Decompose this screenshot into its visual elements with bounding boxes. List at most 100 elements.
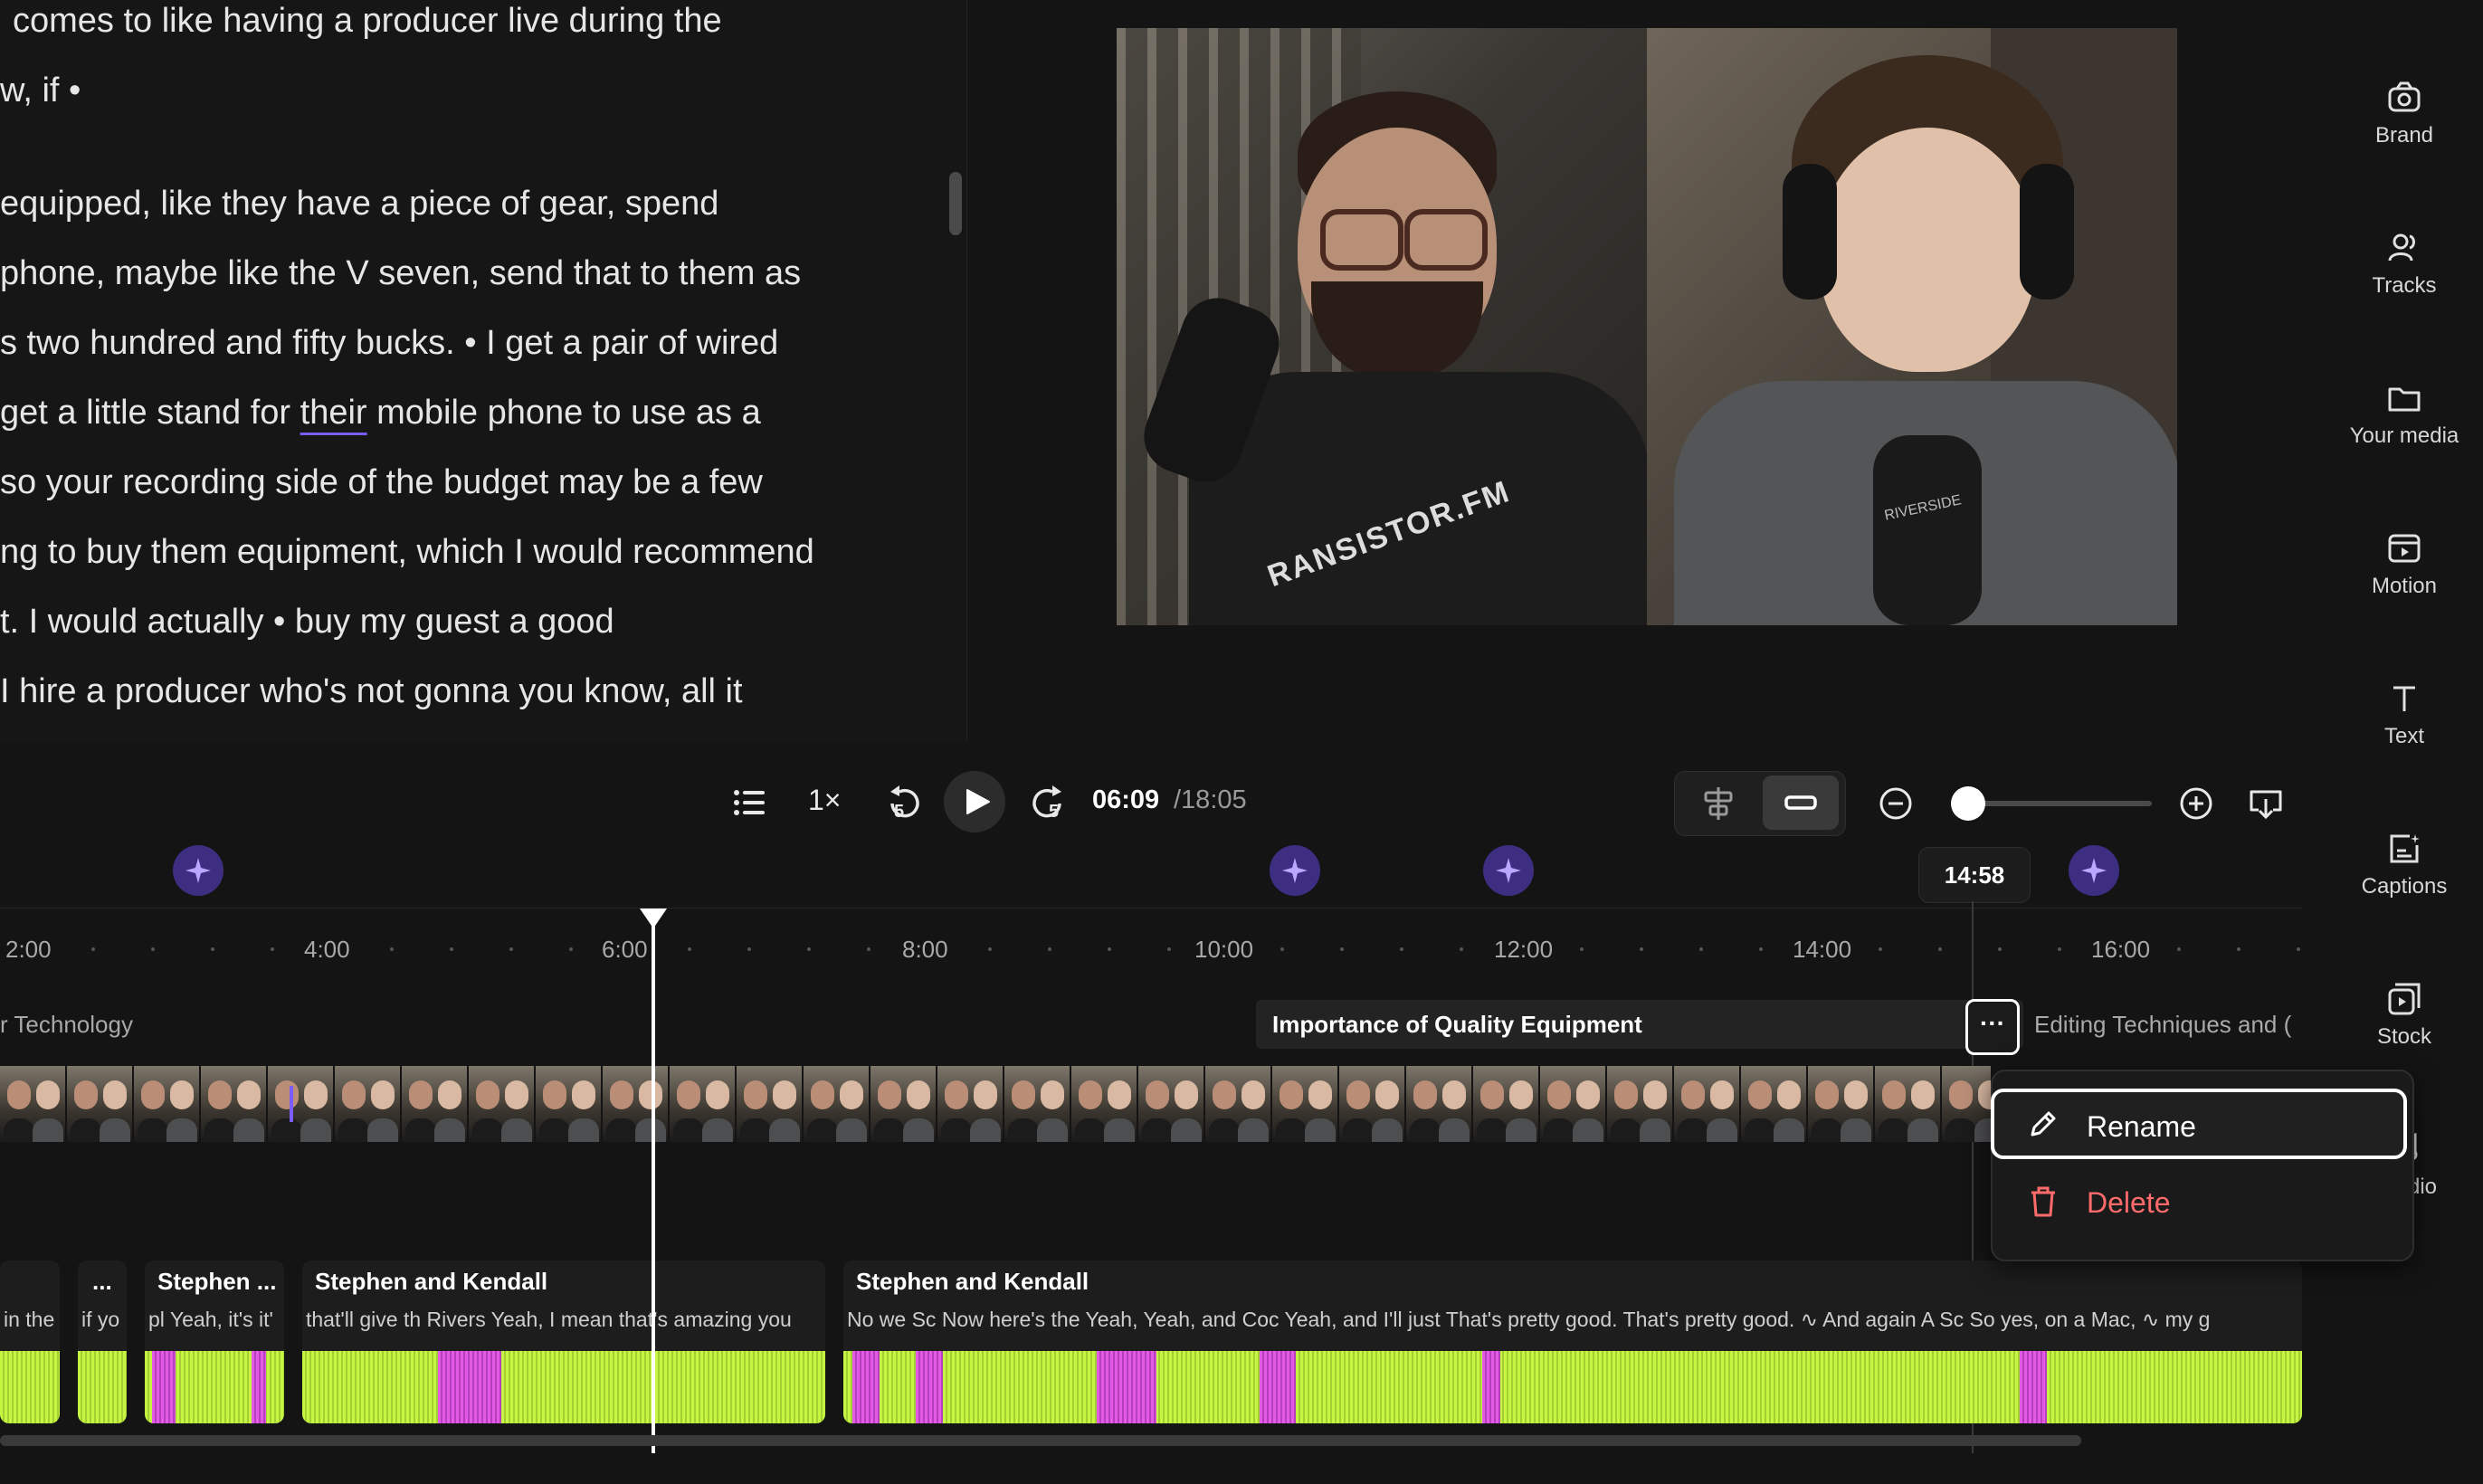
align-tracks-icon[interactable] <box>1700 785 1736 822</box>
ruler-minor-tick <box>2237 947 2240 951</box>
thumbnail-face <box>1547 1080 1571 1109</box>
thumbnail-body <box>874 1118 905 1142</box>
transcript-scrollbar[interactable] <box>949 172 962 235</box>
speaker-video-right: RIVERSIDE <box>1647 28 2177 625</box>
thumbnail-body <box>1372 1118 1403 1142</box>
playhead-handle[interactable] <box>640 908 667 928</box>
thumbnail-face <box>170 1080 194 1109</box>
thumbnail-face <box>1146 1080 1169 1109</box>
export-icon[interactable] <box>2248 786 2284 821</box>
ruler-minor-tick <box>988 947 992 951</box>
transcript-line[interactable]: I hire a producer who's not gonna you kn… <box>0 672 743 711</box>
thumbnail-body <box>1439 1118 1470 1142</box>
headphone-left <box>1783 164 1837 300</box>
thumbnail-body <box>606 1118 637 1142</box>
chapter-next[interactable]: Editing Techniques and ( <box>2034 1011 2291 1039</box>
clip-words: if yo <box>81 1308 120 1331</box>
ruler-minor-tick <box>390 947 394 951</box>
ruler-minor-tick <box>1640 947 1643 951</box>
chapters-list-icon[interactable] <box>733 788 766 817</box>
thumbnail-face <box>639 1080 662 1109</box>
speaker-clip[interactable]: Stephen and Kendall No we Sc Now here's … <box>843 1260 2302 1423</box>
skip-back-button[interactable]: 5 <box>881 782 925 825</box>
thumbnail-face <box>1882 1080 1906 1109</box>
play-button[interactable] <box>944 771 1005 832</box>
speed-button[interactable]: 1× <box>808 784 841 817</box>
video-thumbnail <box>1272 1066 1339 1142</box>
video-thumbnail-strip[interactable] <box>0 1066 1991 1142</box>
transcript-line[interactable]: s two hundred and fifty bucks. • I get a… <box>0 324 778 363</box>
video-thumbnail <box>1406 1066 1473 1142</box>
ruler-minor-tick <box>867 947 870 951</box>
transcript-line[interactable]: so your recording side of the budget may… <box>0 463 763 502</box>
thumbnail-face <box>141 1080 165 1109</box>
rail-label: Tracks <box>2372 273 2437 298</box>
ruler-minor-tick <box>1998 947 2002 951</box>
thumbnail-body <box>970 1118 1001 1142</box>
thumbnail-body <box>1008 1118 1039 1142</box>
folder-icon <box>2388 387 2421 412</box>
rail-captions[interactable]: Captions <box>2326 831 2483 966</box>
waveform-highlight <box>2020 1351 2047 1423</box>
waveform-highlight <box>852 1351 880 1423</box>
playhead[interactable] <box>652 914 655 1453</box>
sparkle-icon <box>1282 858 1308 883</box>
speaker-clip[interactable]: Stephen and Kendall that'll give th Rive… <box>302 1260 825 1423</box>
thumbnail-face <box>1375 1080 1399 1109</box>
video-thumbnail <box>402 1066 469 1142</box>
thumbnail-face <box>476 1080 499 1109</box>
rail-tracks[interactable]: Tracks <box>2326 230 2483 366</box>
speaker-clip[interactable]: Stephen ... pl Yeah, it's it' <box>145 1260 284 1423</box>
thumbnail-body <box>100 1118 130 1142</box>
transcript-line[interactable]: w, if • <box>0 71 81 110</box>
skip-forward-button[interactable]: 5 <box>1027 782 1070 825</box>
thumbnail-body <box>807 1118 838 1142</box>
transcript-line[interactable]: get a little stand for their mobile phon… <box>0 394 761 433</box>
thumbnail-face <box>275 1080 299 1109</box>
zoom-slider-handle[interactable] <box>1950 786 1985 821</box>
zoom-out-icon[interactable] <box>1879 786 1913 821</box>
speaker-clip[interactable]: in the <box>0 1260 60 1423</box>
thumbnail-face <box>409 1080 433 1109</box>
rail-label: Motion <box>2371 574 2438 598</box>
transcript-panel[interactable]: comes to like having a producer live dur… <box>0 0 967 742</box>
transcript-line[interactable]: phone, maybe like the V seven, send that… <box>0 254 801 293</box>
thumbnail-face <box>103 1080 127 1109</box>
ai-marker[interactable] <box>1270 845 1320 896</box>
headphone-right <box>2020 164 2074 300</box>
ai-marker[interactable] <box>2069 845 2119 896</box>
play-icon <box>966 789 990 814</box>
zoom-in-icon[interactable] <box>2179 786 2213 821</box>
speaker-clip[interactable]: ... if yo <box>78 1260 127 1423</box>
transcript-line[interactable]: ng to buy them equipment, which I would … <box>0 533 814 572</box>
transcript-line[interactable]: equipped, like they have a piece of gear… <box>0 185 718 224</box>
transcript-line[interactable]: t. I would actually • buy my guest a goo… <box>0 603 614 642</box>
thumbnail-body <box>769 1118 800 1142</box>
thumbnail-body <box>367 1118 398 1142</box>
ruler-minor-tick <box>1759 947 1763 951</box>
rail-text[interactable]: Text <box>2326 680 2483 816</box>
compact-view-button[interactable] <box>1763 775 1839 830</box>
rail-motion[interactable]: Motion <box>2326 530 2483 666</box>
video-thumbnail <box>1942 1066 1991 1142</box>
timeline-scrollbar[interactable] <box>0 1435 2081 1446</box>
stock-icon <box>2388 983 2421 1015</box>
chapter-more-button[interactable]: ··· <box>1965 999 2020 1055</box>
rail-brand[interactable]: Brand <box>2326 80 2483 215</box>
highlighted-word[interactable]: their <box>300 394 367 432</box>
chapter-prev[interactable]: r Technology <box>0 1011 133 1039</box>
ruler-minor-tick <box>688 947 691 951</box>
thumbnail-body <box>702 1118 733 1142</box>
transcript-line[interactable]: comes to like having a producer live dur… <box>13 2 722 41</box>
ruler-minor-tick <box>1699 947 1703 951</box>
video-preview[interactable]: RANSISTOR.FM RIVERSIDE <box>1117 28 2177 625</box>
rail-your-media[interactable]: Your media <box>2326 380 2483 516</box>
zoom-slider-track[interactable] <box>1958 801 2152 806</box>
ai-marker[interactable] <box>173 845 224 896</box>
ai-marker[interactable] <box>1483 845 1534 896</box>
thumbnail-face <box>1777 1080 1801 1109</box>
more-icon: ··· <box>1980 1009 2005 1037</box>
thumbnail-face <box>1949 1080 1973 1109</box>
video-thumbnail <box>670 1066 737 1142</box>
thumbnail-body <box>501 1118 532 1142</box>
